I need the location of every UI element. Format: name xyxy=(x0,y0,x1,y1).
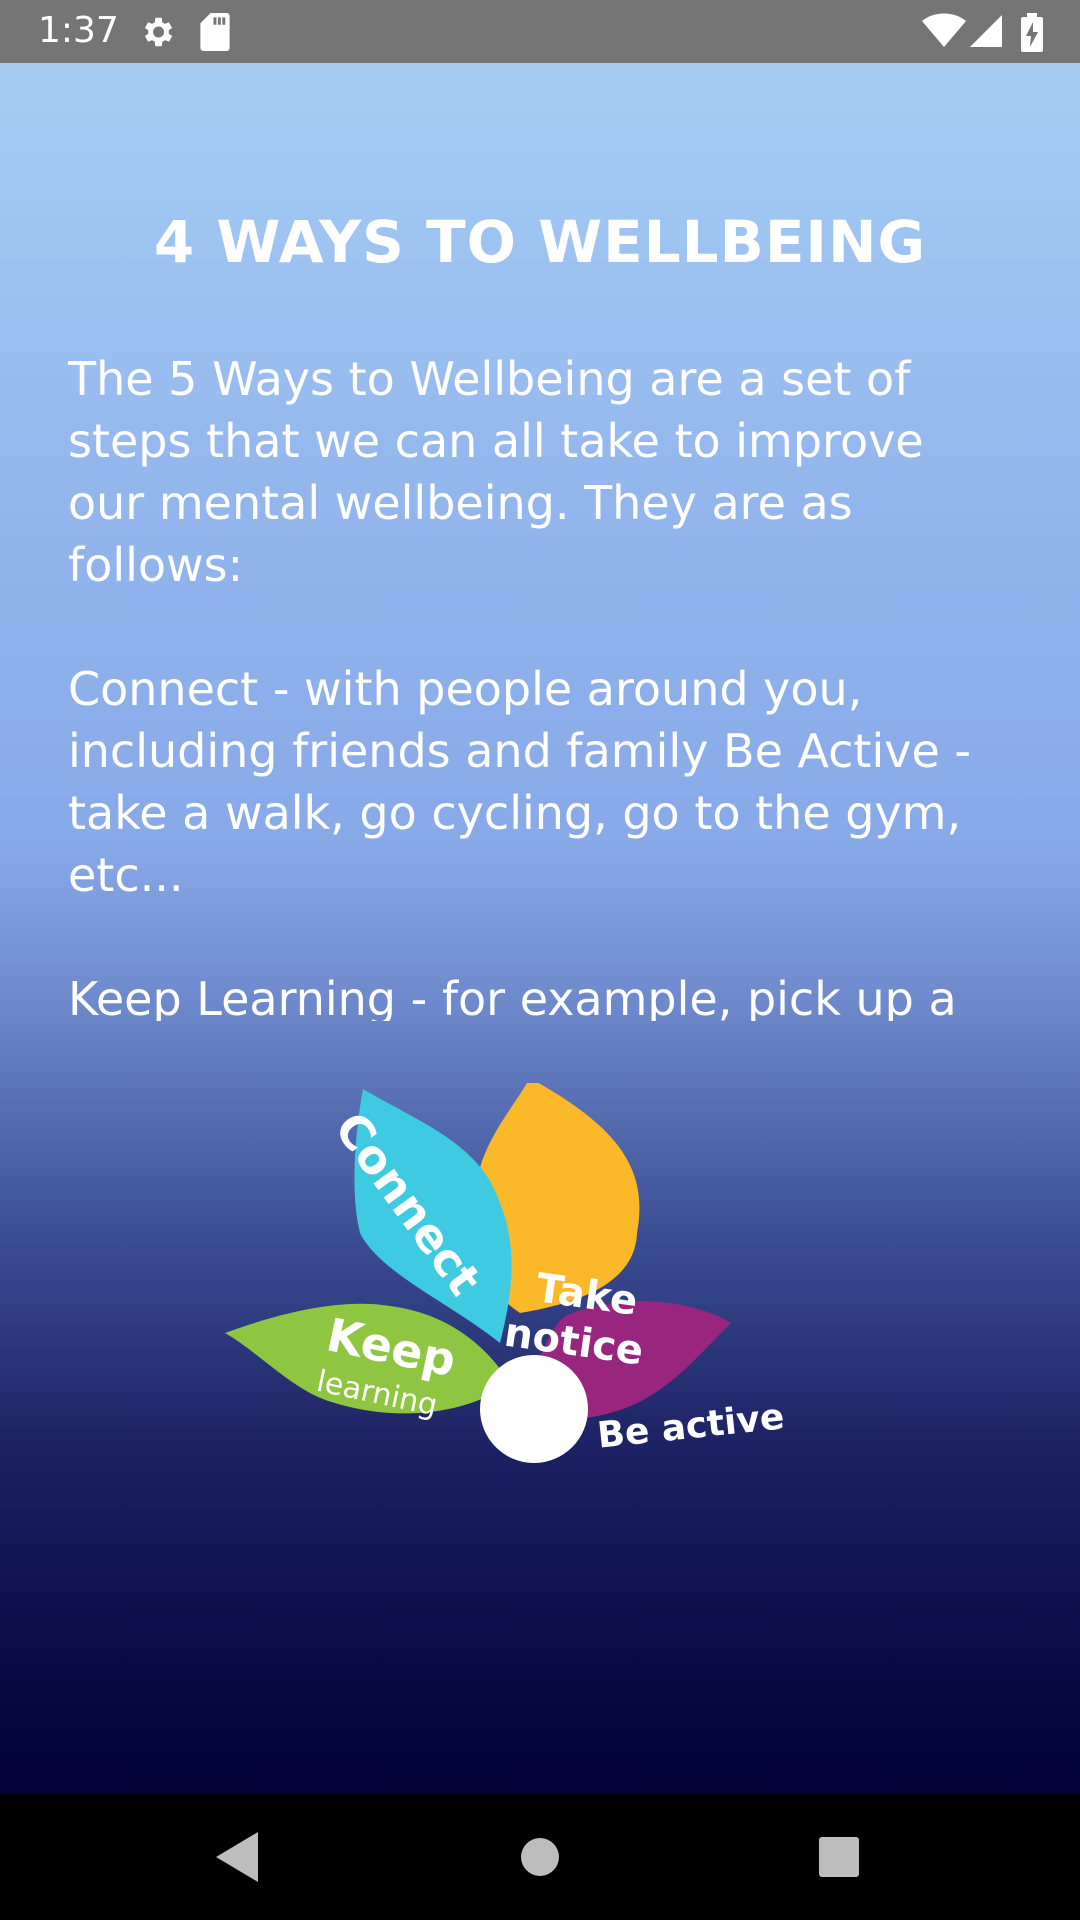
description-scroll-area[interactable]: The 5 Ways to Wellbeing are a set of ste… xyxy=(68,348,1008,1021)
status-time: 1:37 xyxy=(38,10,119,51)
page-title: 4 WAYS TO WELLBEING xyxy=(153,208,927,276)
five-ways-flower-image: Connect Take notice Keep learning Be act… xyxy=(225,1083,786,1463)
wifi-icon xyxy=(922,13,966,47)
status-bar: 1:37 xyxy=(0,0,1080,63)
sd-card-icon xyxy=(200,13,230,51)
keep-learning-paragraph: Keep Learning - for example, pick up a xyxy=(68,972,957,1021)
battery-charging-icon xyxy=(1021,13,1043,52)
signal-icon xyxy=(970,15,1002,47)
wellbeing-screen[interactable]: 4 WAYS TO WELLBEING The 5 Ways to Wellbe… xyxy=(0,63,1080,1794)
back-icon[interactable] xyxy=(208,1826,270,1888)
connect-paragraph: Connect - with people around you, includ… xyxy=(68,662,971,902)
flower-center xyxy=(480,1355,588,1463)
navigation-bar xyxy=(0,1794,1080,1920)
home-icon[interactable] xyxy=(509,1826,571,1888)
gear-icon xyxy=(144,17,173,47)
intro-paragraph: The 5 Ways to Wellbeing are a set of ste… xyxy=(68,352,924,592)
recents-icon[interactable] xyxy=(808,1826,870,1888)
